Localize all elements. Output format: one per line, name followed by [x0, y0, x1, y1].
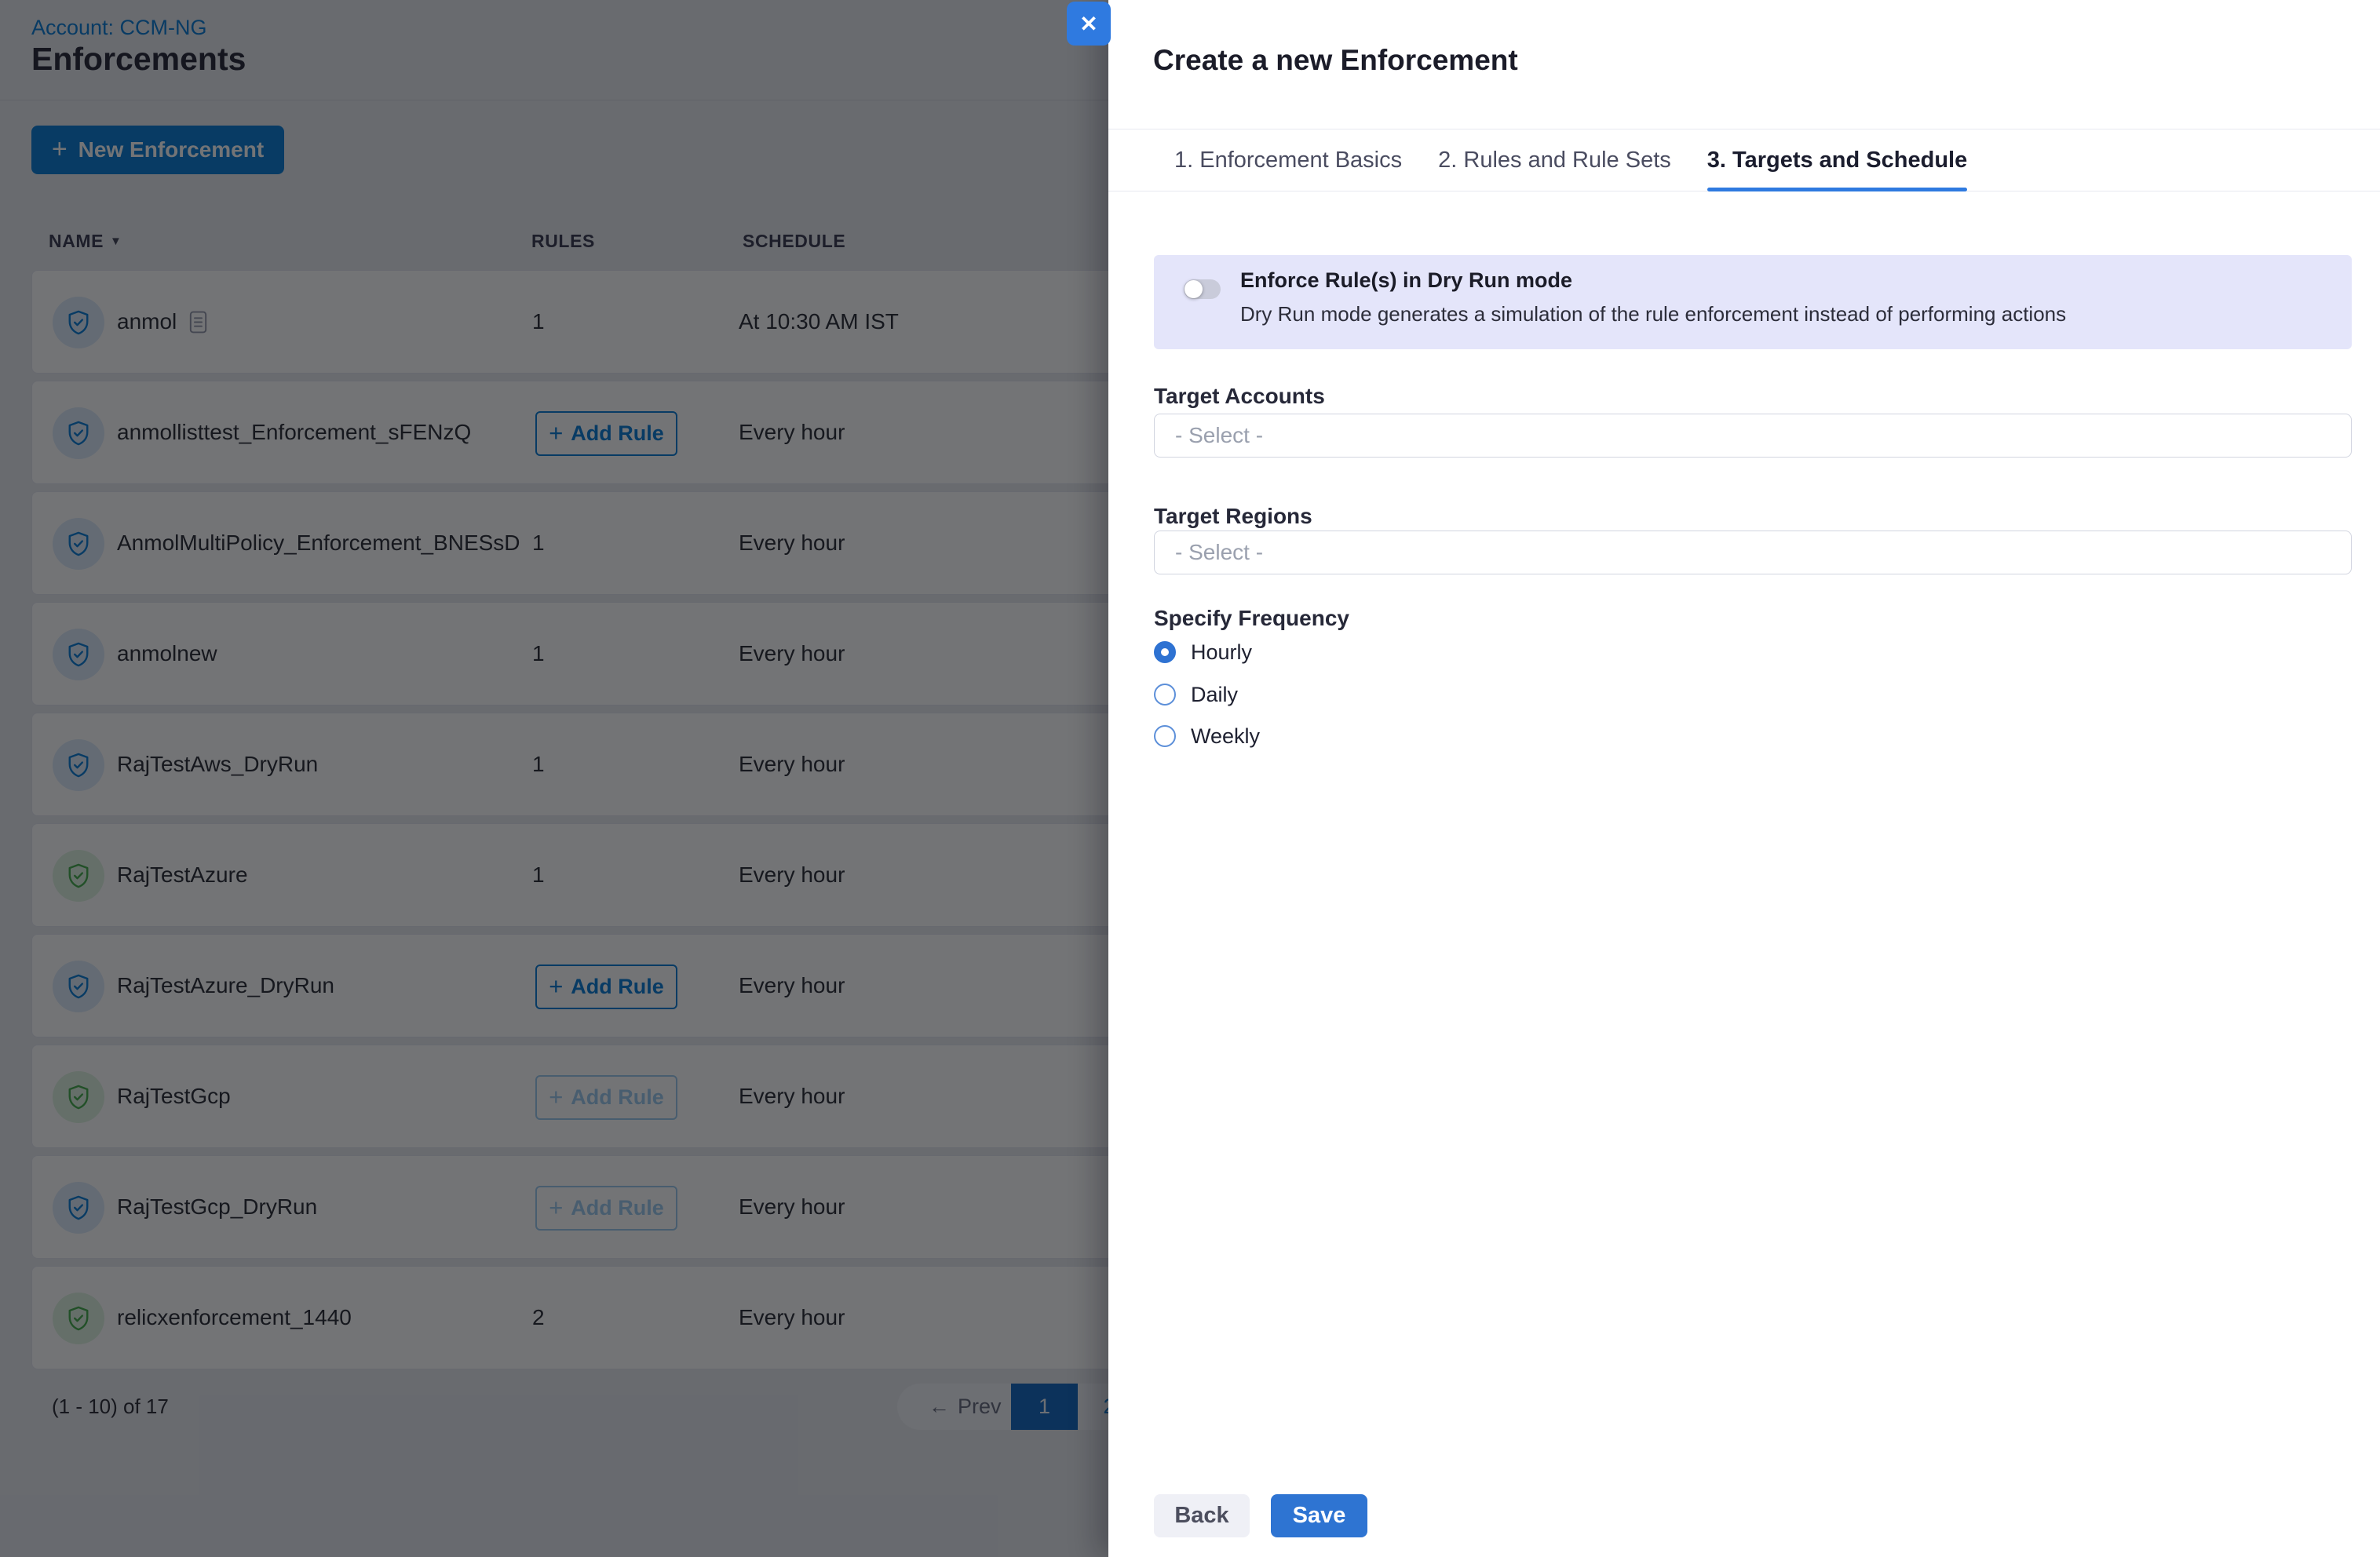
drawer-tab[interactable]: 2. Rules and Rule Sets	[1438, 129, 1671, 191]
dry-run-banner: Enforce Rule(s) in Dry Run mode Dry Run …	[1154, 255, 2352, 349]
radio-icon	[1154, 725, 1176, 747]
radio-icon	[1154, 641, 1176, 663]
close-drawer-button[interactable]: ✕	[1067, 2, 1111, 46]
radio-label: Hourly	[1191, 640, 1252, 665]
target-regions-label: Target Regions	[1154, 504, 1312, 529]
drawer-tabs: 1. Enforcement Basics 2. Rules and Rule …	[1108, 129, 2380, 191]
drawer-tab[interactable]: 3. Targets and Schedule	[1707, 129, 1967, 191]
save-button[interactable]: Save	[1271, 1494, 1367, 1537]
frequency-option[interactable]: Daily	[1154, 681, 1238, 708]
dry-run-description: Dry Run mode generates a simulation of t…	[1240, 302, 2066, 326]
target-accounts-select[interactable]: - Select -	[1154, 414, 2352, 458]
radio-label: Weekly	[1191, 724, 1260, 749]
back-button[interactable]: Back	[1154, 1494, 1250, 1537]
close-icon: ✕	[1079, 11, 1097, 37]
radio-label: Daily	[1191, 683, 1238, 707]
target-regions-placeholder: - Select -	[1175, 540, 1263, 565]
dry-run-title: Enforce Rule(s) in Dry Run mode	[1240, 268, 1572, 293]
frequency-option[interactable]: Weekly	[1154, 723, 1260, 749]
create-enforcement-drawer: Create a new Enforcement 1. Enforcement …	[1108, 0, 2380, 1557]
target-accounts-placeholder: - Select -	[1175, 423, 1263, 448]
target-regions-select[interactable]: - Select -	[1154, 531, 2352, 574]
drawer-tab[interactable]: 1. Enforcement Basics	[1174, 129, 1402, 191]
drawer-title: Create a new Enforcement	[1153, 44, 1518, 77]
frequency-option[interactable]: Hourly	[1154, 639, 1252, 665]
dry-run-toggle[interactable]	[1184, 279, 1221, 299]
toggle-knob-icon	[1185, 280, 1203, 298]
specify-frequency-label: Specify Frequency	[1154, 606, 1349, 631]
radio-icon	[1154, 684, 1176, 706]
target-accounts-label: Target Accounts	[1154, 384, 1325, 409]
